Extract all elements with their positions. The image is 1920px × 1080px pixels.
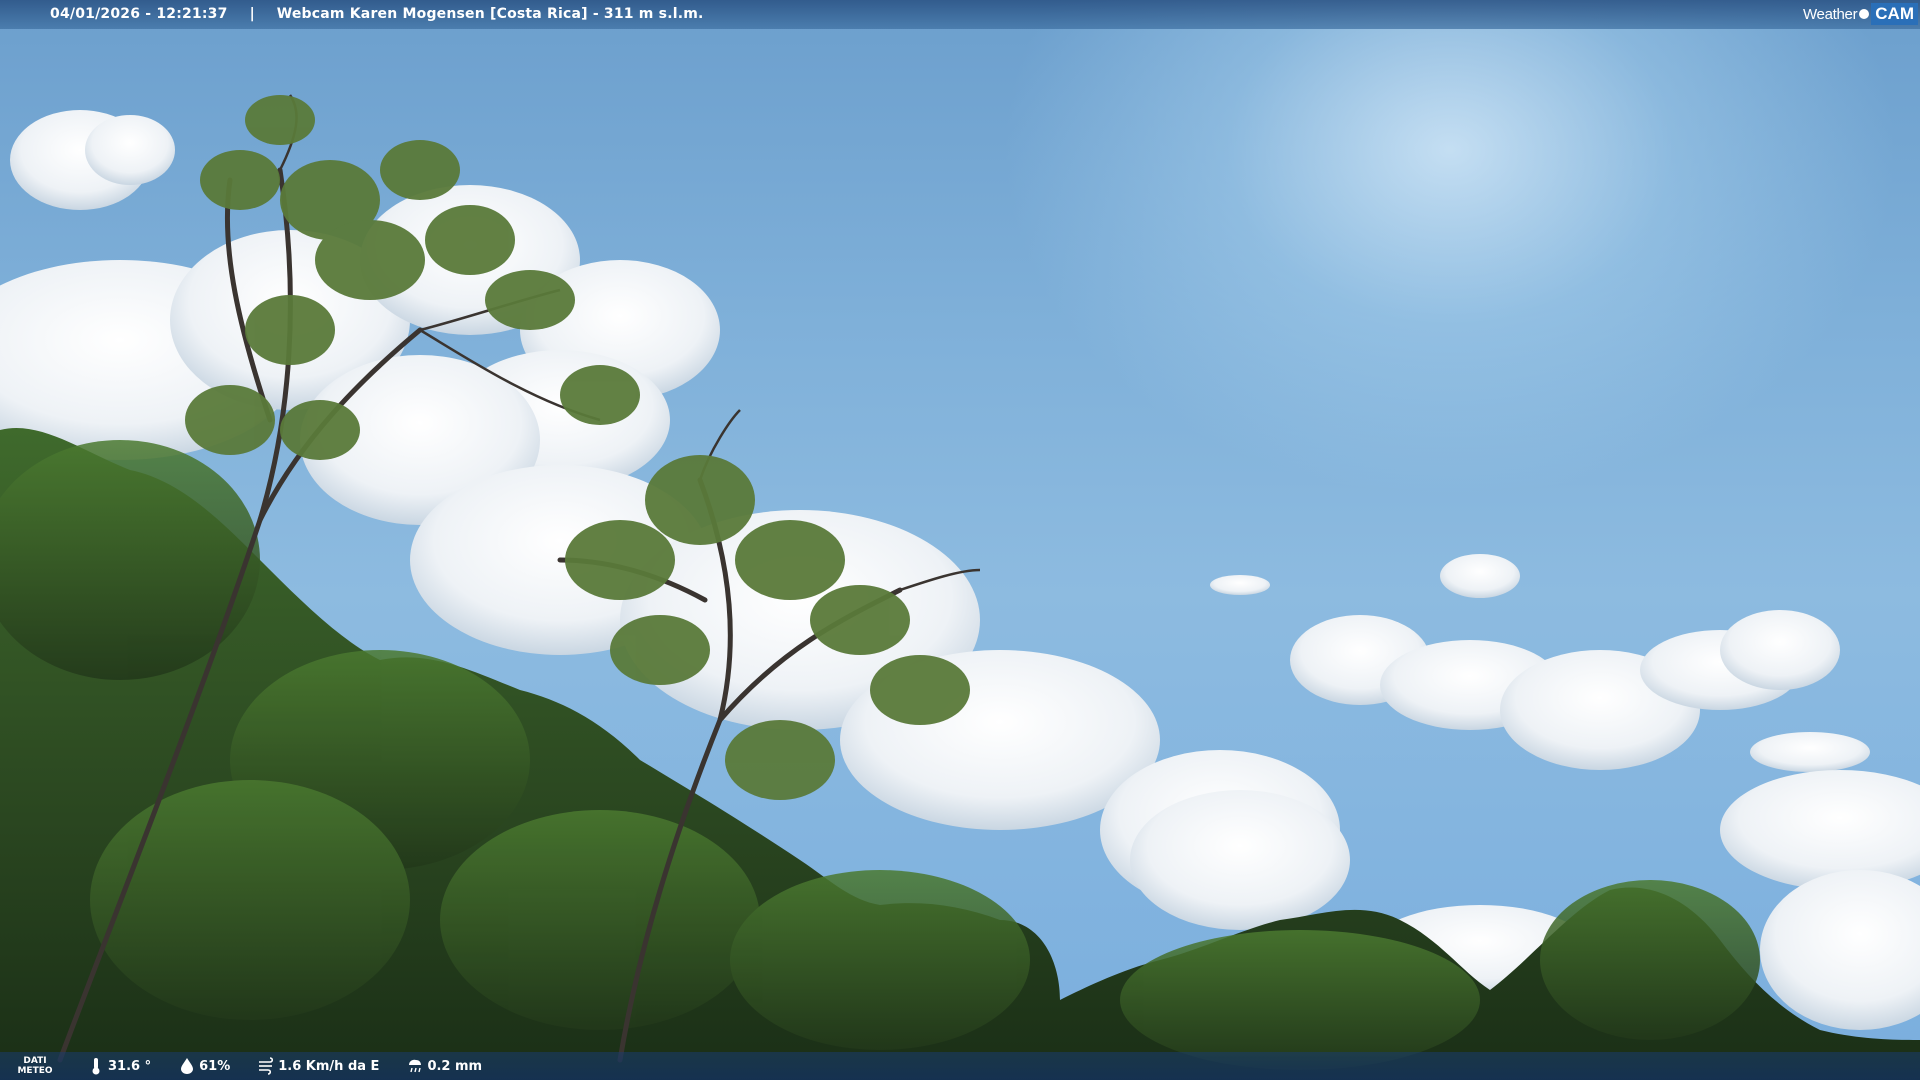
- logo-dot-icon: [1859, 9, 1870, 19]
- wind-metric: 1.6 Km/h da E: [258, 1057, 379, 1075]
- humidity-metric: 61%: [179, 1057, 230, 1075]
- temperature-value: 31.6 °: [108, 1058, 152, 1074]
- humidity-value: 61%: [199, 1058, 231, 1074]
- wind-icon: [259, 1057, 274, 1075]
- weather-data-bar: DATI METEO 31.6 ° 61% 1.6 Km/h da E 0.2 …: [0, 1052, 1920, 1080]
- logo-weather-text: Weather: [1802, 5, 1858, 23]
- dati-line1: DATI: [23, 1056, 47, 1066]
- temperature-metric: 31.6 °: [88, 1057, 151, 1075]
- webcam-frame: 04/01/2026 - 12:21:37 | Webcam Karen Mog…: [0, 0, 1920, 1080]
- webcam-title: Webcam Karen Mogensen [Costa Rica] - 311…: [276, 6, 704, 22]
- rain-icon: [409, 1059, 422, 1073]
- logo-cam-text: CAM: [1871, 3, 1918, 25]
- top-bar: 04/01/2026 - 12:21:37 | Webcam Karen Mog…: [0, 0, 1920, 29]
- rain-value: 0.2 mm: [427, 1058, 483, 1074]
- rain-metric: 0.2 mm: [407, 1057, 482, 1075]
- dati-line2: METEO: [17, 1066, 53, 1076]
- dati-meteo-label: DATI METEO: [10, 1056, 60, 1076]
- thermometer-icon: [92, 1058, 100, 1075]
- separator: |: [249, 6, 255, 22]
- wind-value: 1.6 Km/h da E: [278, 1058, 380, 1074]
- datetime: 04/01/2026 - 12:21:37: [50, 6, 228, 22]
- drop-icon: [181, 1058, 194, 1074]
- webcam-scene: [0, 94, 1920, 1080]
- weathercam-logo: Weather CAM: [1803, 2, 1918, 26]
